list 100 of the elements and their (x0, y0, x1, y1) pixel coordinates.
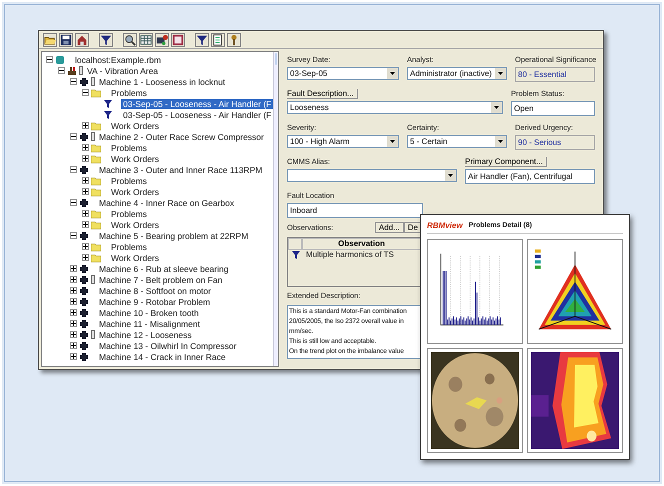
scrollbar[interactable] (273, 52, 278, 366)
toolbar-button[interactable] (59, 33, 73, 47)
dropdown[interactable]: 03-Sep-05 (287, 67, 399, 80)
column-header (288, 238, 302, 250)
input-field[interactable]: Inboard (287, 203, 423, 218)
tree-item[interactable]: Machine 13 - Oilwhirl In Compressor (97, 340, 238, 350)
toolbar-button[interactable] (227, 33, 241, 47)
expander-icon[interactable] (70, 265, 77, 272)
expander-icon[interactable] (70, 232, 77, 239)
machine-icon (79, 352, 89, 362)
tree-item[interactable]: Machine 10 - Broken tooth (97, 308, 201, 318)
toolbar-button[interactable] (75, 33, 89, 47)
machine-icon (79, 164, 89, 174)
dropdown[interactable]: Administrator (inactive) (407, 67, 507, 80)
tree-item[interactable]: Machine 12 - Looseness (97, 330, 194, 340)
machine-icon (79, 198, 89, 208)
tree-item[interactable]: Problems (109, 208, 149, 218)
dropdown[interactable] (287, 169, 457, 182)
expander-icon[interactable] (70, 199, 77, 206)
tree-item[interactable]: 03-Sep-05 - Looseness - Air Handler (F (121, 110, 274, 120)
tree-item[interactable]: Machine 3 - Outer and Inner Race 113RPM (97, 164, 264, 174)
dropdown[interactable]: 100 - High Alarm (287, 135, 399, 148)
toolbar-button[interactable] (139, 33, 153, 47)
tree-item[interactable]: Machine 4 - Inner Race on Gearbox (97, 198, 236, 208)
toolbar-button[interactable] (195, 33, 209, 47)
machine-icon (79, 132, 89, 142)
tree-item[interactable]: VA - Vibration Area (85, 66, 160, 76)
machine-icon (79, 340, 89, 350)
machine-icon (79, 296, 89, 306)
expander-icon[interactable] (70, 309, 77, 316)
tree-item[interactable]: Machine 14 - Crack in Inner Race (97, 352, 228, 362)
funnel-icon (291, 250, 301, 260)
expander-icon[interactable] (46, 56, 53, 63)
expander-icon[interactable] (82, 221, 89, 228)
folder-icon (91, 120, 101, 130)
expander-icon[interactable] (82, 144, 89, 151)
dropdown[interactable]: Looseness (287, 101, 503, 114)
machine-icon (79, 318, 89, 328)
expander-icon[interactable] (58, 67, 65, 74)
machine-icon (79, 286, 89, 296)
machine-icon (79, 230, 89, 240)
toolbar-button[interactable] (171, 33, 185, 47)
machine-icon (79, 76, 89, 86)
field-label-button[interactable]: Fault Description... (287, 89, 358, 99)
expander-icon[interactable] (70, 78, 77, 85)
machine-icon (79, 330, 89, 340)
tree-item[interactable]: Machine 5 - Bearing problem at 22RPM (97, 230, 250, 240)
tree-item[interactable]: Work Orders (109, 252, 162, 262)
expander-icon[interactable] (70, 287, 77, 294)
expander-icon[interactable] (70, 166, 77, 173)
expander-icon[interactable] (70, 331, 77, 338)
tree-item[interactable]: Work Orders (109, 220, 162, 230)
folder-icon (91, 88, 101, 98)
expander-icon[interactable] (82, 243, 89, 250)
expander-icon[interactable] (82, 155, 89, 162)
input-field[interactable]: Open (511, 101, 595, 116)
expander-icon[interactable] (82, 254, 89, 261)
tree-item[interactable]: 03-Sep-05 - Looseness - Air Handler (F (121, 98, 274, 108)
expander-icon[interactable] (70, 320, 77, 327)
field-label-button[interactable]: Primary Component... (465, 157, 547, 167)
tree-item[interactable]: Machine 8 - Softfoot on motor (97, 286, 213, 296)
column-header[interactable]: Observation (302, 238, 421, 250)
database-icon (55, 54, 65, 64)
toolbar-button[interactable] (99, 33, 113, 47)
machine-icon (79, 264, 89, 274)
expander-icon[interactable] (70, 353, 77, 360)
observation-button[interactable]: Add... (374, 222, 404, 233)
tree-item[interactable]: Problems (109, 242, 149, 252)
tree-item[interactable]: Machine 7 - Belt problem on Fan (97, 274, 224, 284)
toolbar-button[interactable] (123, 33, 137, 47)
dropdown[interactable]: 5 - Certain (407, 135, 507, 148)
observation-text[interactable]: Multiple harmonics of TS (304, 250, 396, 260)
tree-item[interactable]: Problems (109, 88, 149, 98)
expander-icon[interactable] (70, 133, 77, 140)
toolbar-button[interactable] (211, 33, 225, 47)
tree-item[interactable]: Problems (109, 142, 149, 152)
tree-item[interactable]: Machine 9 - Rotobar Problem (97, 296, 212, 306)
expander-icon[interactable] (70, 276, 77, 283)
machine-icon (79, 274, 89, 284)
tree-item[interactable]: localhost:Example.rbm (73, 54, 163, 64)
expander-icon[interactable] (82, 122, 89, 129)
tree-item[interactable]: Work Orders (109, 154, 162, 164)
expander-icon[interactable] (82, 188, 89, 195)
readonly-field: 80 - Essential (515, 67, 595, 82)
toolbar-button[interactable] (43, 33, 57, 47)
tree-item[interactable]: Work Orders (109, 120, 162, 130)
tree-item[interactable]: Machine 6 - Rub at sleeve bearing (97, 264, 230, 274)
report-logo: RBMview (427, 221, 463, 230)
toolbar-button[interactable] (155, 33, 169, 47)
expander-icon[interactable] (82, 210, 89, 217)
tree-item[interactable]: Work Orders (109, 186, 162, 196)
tree-item[interactable]: Machine 11 - Misalignment (97, 318, 202, 328)
tree-item[interactable]: Machine 2 - Outer Race Screw Compressor (97, 132, 266, 142)
tree-item[interactable]: Problems (109, 176, 149, 186)
input-field[interactable]: Air Handler (Fan), Centrifugal (465, 169, 595, 184)
expander-icon[interactable] (70, 342, 77, 349)
tree-item[interactable]: Machine 1 - Looseness in locknut (97, 76, 228, 86)
expander-icon[interactable] (82, 177, 89, 184)
expander-icon[interactable] (82, 89, 89, 96)
expander-icon[interactable] (70, 298, 77, 305)
